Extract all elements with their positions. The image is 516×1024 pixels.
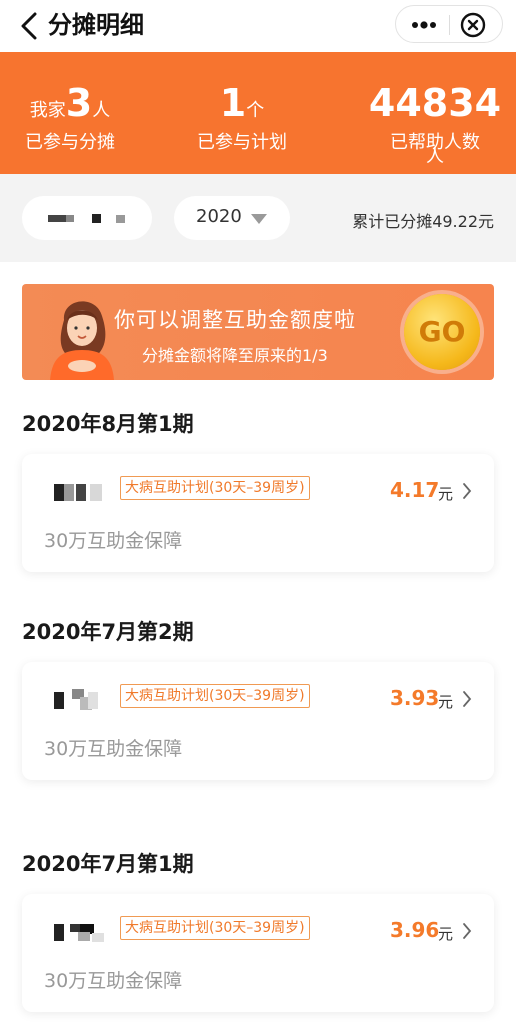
share-amount: 4.17: [390, 478, 440, 502]
stat-label: 已帮助人数: [390, 132, 480, 153]
stat-suffix: 个: [246, 100, 265, 121]
amount-unit: 元: [438, 485, 454, 503]
member-selector[interactable]: [22, 196, 152, 240]
detail-list: 你可以调整互助金额度啦 分摊金额将降至原来的1/3 GO 2020年8月第1期 …: [0, 262, 516, 1024]
plan-tag: 大病互助计划(30天–39周岁): [120, 916, 310, 940]
period-heading: 2020年7月第1期: [22, 852, 194, 876]
banner-title: 你可以调整互助金额度啦: [114, 308, 356, 332]
stat-label: 已参与计划: [197, 132, 287, 153]
year-selector[interactable]: 2020: [174, 196, 290, 240]
amount-unit: 元: [438, 925, 454, 943]
more-dots-icon[interactable]: [411, 18, 437, 32]
period-card[interactable]: 大病互助计划(30天–39周岁) 3.93 元 30万互助金保障: [22, 662, 494, 780]
capsule-divider: [449, 15, 450, 35]
year-value: 2020: [196, 206, 242, 227]
navigation-bar: 分摊明细: [0, 0, 516, 52]
period-heading: 2020年7月第2期: [22, 620, 194, 644]
blurred-member-name: [48, 214, 125, 223]
triangle-down-icon: [251, 214, 267, 224]
stat-value: 3: [65, 81, 93, 125]
banner-subtitle: 分摊金额将降至原来的1/3: [142, 346, 328, 365]
page-title: 分摊明细: [48, 11, 144, 39]
chevron-right-icon: [463, 483, 472, 499]
chevron-right-icon: [463, 691, 472, 707]
blurred-member-avatar: [54, 484, 102, 501]
stat-label: 已参与分摊: [25, 132, 115, 153]
stats-panel: 我家3人 已参与分摊 1个 已参与计划 44834人 已帮助人数: [0, 52, 516, 174]
stat-value: 44834: [368, 81, 502, 125]
go-label: GO: [418, 315, 466, 348]
chevron-left-icon[interactable]: [18, 12, 42, 40]
chevron-right-icon: [463, 923, 472, 939]
stat-suffix: 人: [92, 100, 111, 121]
period-card[interactable]: 大病互助计划(30天–39周岁) 4.17 元 30万互助金保障: [22, 454, 494, 572]
coverage-text: 30万互助金保障: [44, 530, 183, 552]
stat-plans: 1个 已参与计划: [178, 80, 306, 154]
coverage-text: 30万互助金保障: [44, 970, 183, 992]
period-card[interactable]: 大病互助计划(30天–39周岁) 3.96 元 30万互助金保障: [22, 894, 494, 1012]
share-amount: 3.96: [390, 918, 440, 942]
stat-helped-people: 44834人 已帮助人数: [360, 80, 510, 167]
mini-program-capsule: [395, 5, 503, 43]
blurred-member-avatar: [54, 689, 98, 710]
promo-banner[interactable]: 你可以调整互助金额度啦 分摊金额将降至原来的1/3 GO: [22, 284, 494, 380]
period-heading: 2020年8月第1期: [22, 412, 194, 436]
stat-prefix: 我家: [29, 100, 66, 121]
stat-family-members: 我家3人 已参与分摊: [6, 80, 134, 154]
blurred-member-avatar: [54, 924, 104, 942]
share-amount: 3.93: [390, 686, 440, 710]
amount-unit: 元: [438, 693, 454, 711]
stat-value: 1: [219, 81, 247, 125]
total-shared-amount: 累计已分摊49.22元: [352, 212, 494, 231]
plan-tag: 大病互助计划(30天–39周岁): [120, 684, 310, 708]
close-circle-icon[interactable]: [460, 12, 486, 38]
go-button[interactable]: GO: [404, 294, 480, 370]
filter-bar: 2020 累计已分摊49.22元: [0, 174, 516, 262]
plan-tag: 大病互助计划(30天–39周岁): [120, 476, 310, 500]
coverage-text: 30万互助金保障: [44, 738, 183, 760]
